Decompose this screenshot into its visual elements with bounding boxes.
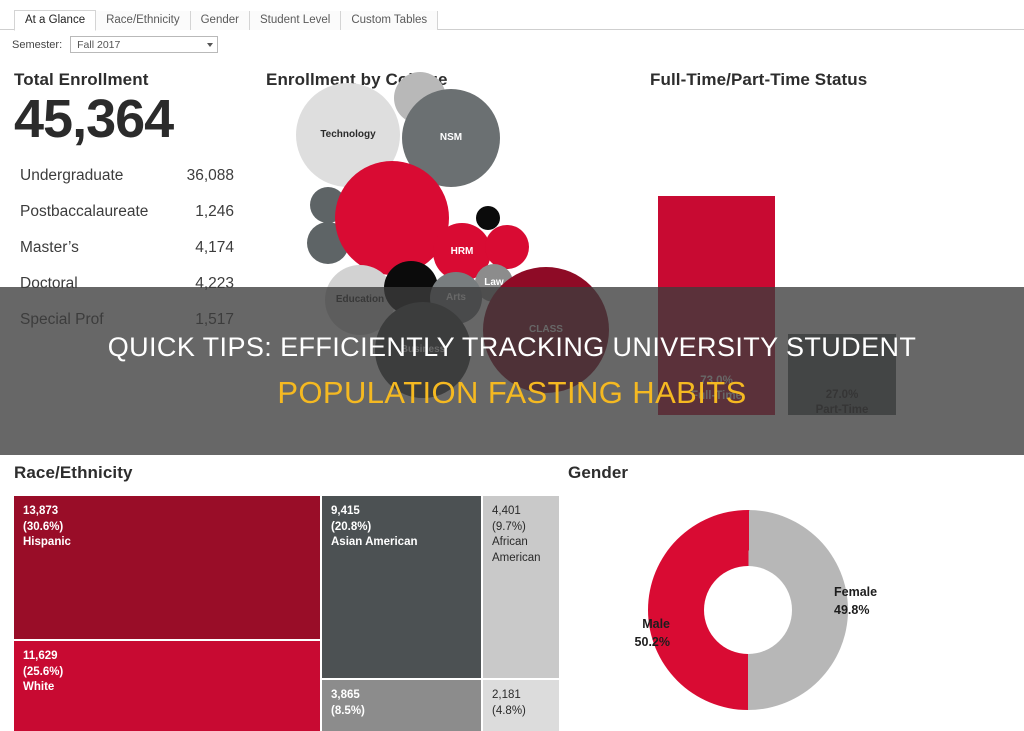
treemap-tile-hispanic[interactable]: 13,873 (30.6%) Hispanic [14,496,320,639]
tab-student-level[interactable]: Student Level [248,11,342,30]
treemap-percent: (20.8%) [331,520,372,533]
gender-donut [648,510,848,710]
total-enrollment-value: 45,364 [14,89,174,149]
bubble-label: HRM [450,245,474,257]
treemap-count: 2,181 [492,689,521,701]
treemap-percent: (8.5%) [331,704,365,717]
semester-select[interactable]: Fall 2017 [70,36,219,53]
semester-filter: Semester: Fall 2017 [12,36,219,53]
semester-value: Fall 2017 [77,38,121,51]
treemap-tile-other[interactable]: 2,181 (4.8%) [483,680,559,731]
enrollment-row: Postbaccalaureate 1,246 [14,194,264,230]
tab-bar: At a Glance Race/Ethnicity Gender Student L… [0,10,1024,31]
treemap-count: 4,401 [492,505,521,517]
donut-label-male-name: Male [642,617,670,631]
bubble-unlabeled[interactable] [485,225,529,269]
treemap-percent: (25.6%) [23,665,64,678]
treemap-count: 3,865 [331,689,360,701]
donut-label-male: Male 50.2% [594,615,670,651]
tab-gender[interactable]: Gender [189,11,250,30]
tab-custom-tables[interactable]: Custom Tables [340,11,439,30]
enrollment-row-value: 36,088 [186,167,234,184]
treemap-percent: (4.8%) [492,704,526,717]
treemap-percent: (9.7%) [492,520,526,533]
treemap-count: 13,873 [23,505,59,517]
bubble-label: NSM [439,131,463,143]
gender-title: Gender [568,463,629,482]
enrollment-row-value: 1,246 [195,203,234,220]
bubble-label: Technology [320,128,376,140]
enrollment-row-value: 4,174 [195,239,234,256]
enrollment-row: Master’s 4,174 [14,230,264,266]
treemap-count: 11,629 [23,650,58,662]
overlay-banner: QUICK TIPS: EFFICIENTLY TRACKING UNIVERS… [0,287,1024,455]
gender-panel: Gender Male 50.2% Female 49.8% [560,455,1024,731]
treemap-category: White [23,681,55,694]
treemap-tile-other[interactable]: 3,865 (8.5%) [322,680,481,731]
donut-label-male-value: 50.2% [634,635,670,650]
dashboard-root: At a Glance Race/Ethnicity Gender Student L… [0,0,1024,731]
donut-hole [704,566,792,654]
treemap-tile-asian-american[interactable]: 9,415 (20.8%) Asian American [322,496,481,678]
enrollment-row-label: Undergraduate [20,167,124,184]
enrollment-row-label: Postbaccalaureate [20,203,149,220]
treemap-category: Hispanic [23,536,71,549]
donut-label-female-value: 49.8% [834,603,870,618]
treemap-category: African American [492,536,541,564]
tab-race-ethnicity[interactable]: Race/Ethnicity [95,11,191,30]
semester-label: Semester: [12,38,63,51]
treemap-percent: (30.6%) [23,520,64,533]
enrollment-row-label: Master’s [20,239,79,256]
treemap-grid: 13,873 (30.6%) Hispanic 11,629 (25.6%) White 9… [14,496,559,731]
treemap-count: 9,415 [331,505,360,517]
race-ethnicity-title: Race/Ethnicity [14,463,133,482]
chevron-down-icon [207,42,214,47]
tab-list: At a Glance Race/Ethnicity Gender Student L… [0,10,1024,31]
overlay-line-1: QUICK TIPS: EFFICIENTLY TRACKING UNIVERS… [107,331,917,362]
overlay-line-2: POPULATION FASTING HABITS [277,374,747,410]
treemap-category: Asian American [331,536,418,549]
bubble-unlabeled[interactable] [335,161,449,275]
tab-at-a-glance[interactable]: At a Glance [14,10,97,31]
race-ethnicity-panel: Race/Ethnicity 13,873 (30.6%) Hispanic 11,6… [0,455,560,731]
treemap-tile-african-american[interactable]: 4,401 (9.7%) African American [483,496,559,678]
donut-label-female-name: Female [834,585,878,599]
donut-label-female: Female 49.8% [834,583,924,619]
enrollment-row: Undergraduate 36,088 [14,158,264,194]
treemap-tile-white[interactable]: 11,629 (25.6%) White [14,641,320,731]
